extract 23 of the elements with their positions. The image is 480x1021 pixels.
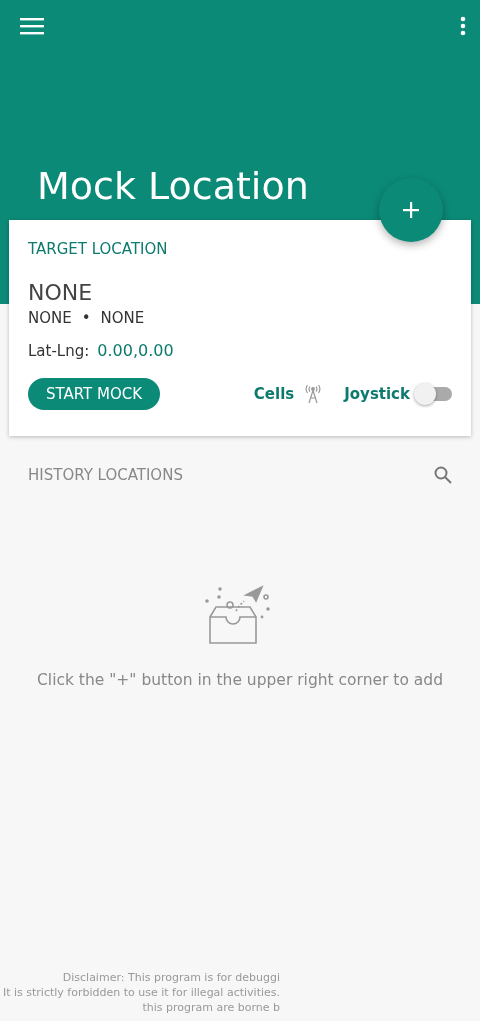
disclaimer-line: Disclaimer: This program is for debuggi	[62, 970, 280, 985]
page-title: Mock Location	[37, 164, 310, 208]
latlng-value: 0.00,0.00	[97, 341, 174, 360]
disclaimer-line: this program are borne b	[142, 1000, 280, 1015]
disclaimer-line: It is strictly forbidden to use it for illegal activities.	[2, 985, 280, 1000]
more-options-icon[interactable]	[460, 16, 466, 36]
joystick-switch[interactable]	[414, 383, 452, 405]
antenna-icon[interactable]	[304, 384, 323, 404]
start-mock-button[interactable]: START MOCK	[28, 378, 161, 410]
empty-message: Click the "+" button in the upper right corner to add	[37, 671, 443, 689]
latlng-label: Lat-Lng:	[28, 342, 90, 360]
card-heading: TARGET LOCATION	[28, 240, 169, 258]
city-text: NONE	[100, 309, 145, 327]
region-text: NONE	[28, 309, 72, 327]
joystick-label: Joystick	[344, 385, 410, 403]
location-name: NONE	[28, 280, 94, 305]
history-heading: HISTORY LOCATIONS	[28, 466, 183, 484]
search-icon[interactable]	[434, 466, 452, 484]
separator-dot: •	[81, 309, 91, 327]
add-button[interactable]	[379, 178, 443, 242]
menu-icon[interactable]	[20, 17, 44, 35]
plus-icon	[402, 201, 420, 219]
cells-link[interactable]: Cells	[253, 385, 295, 403]
